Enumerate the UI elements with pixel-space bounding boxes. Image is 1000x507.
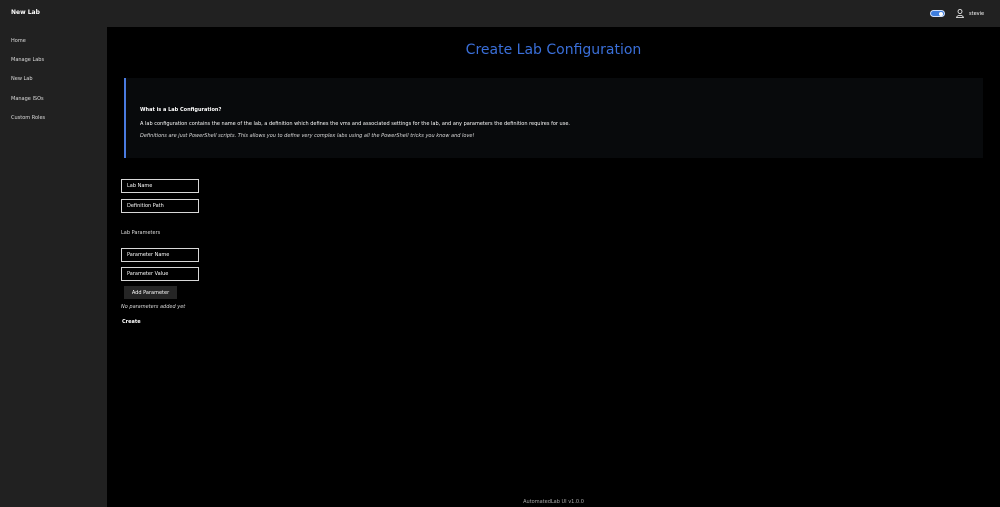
sidebar-item-new-lab[interactable]: New Lab bbox=[11, 76, 33, 82]
info-callout: What is a Lab Configuration? A lab confi… bbox=[124, 78, 983, 158]
sidebar-item-home[interactable]: Home bbox=[11, 38, 26, 44]
sidebar-item-manage-isos[interactable]: Manage ISOs bbox=[11, 96, 44, 102]
user-icon[interactable] bbox=[956, 9, 964, 18]
main-content: Create Lab Configuration What is a Lab C… bbox=[107, 27, 1000, 507]
username[interactable]: stevie bbox=[969, 11, 984, 17]
toggle-knob bbox=[939, 12, 943, 16]
create-button[interactable]: Create bbox=[122, 319, 141, 325]
info-text: A lab configuration contains the name of… bbox=[140, 121, 570, 127]
info-heading: What is a Lab Configuration? bbox=[140, 107, 222, 113]
footer-version: AutomatedLab UI v1.0.0 bbox=[523, 499, 584, 505]
parameter-value-input[interactable] bbox=[121, 267, 199, 281]
lab-parameters-label: Lab Parameters bbox=[121, 230, 161, 236]
page-title: Create Lab Configuration bbox=[465, 42, 642, 58]
sidebar: Home Manage Labs New Lab Manage ISOs Cus… bbox=[0, 27, 107, 507]
lab-name-input[interactable] bbox=[121, 179, 199, 193]
sidebar-item-custom-roles[interactable]: Custom Roles bbox=[11, 115, 45, 121]
parameter-name-input[interactable] bbox=[121, 248, 199, 262]
theme-toggle[interactable] bbox=[930, 10, 945, 17]
sidebar-item-manage-labs[interactable]: Manage Labs bbox=[11, 57, 44, 63]
no-parameters-message: No parameters added yet bbox=[121, 304, 186, 310]
add-parameter-button[interactable]: Add Parameter bbox=[124, 286, 177, 299]
info-note: Definitions are just PowerShell scripts.… bbox=[140, 133, 475, 139]
app-title: New Lab bbox=[11, 9, 40, 16]
definition-path-input[interactable] bbox=[121, 199, 199, 213]
top-bar: New Lab stevie bbox=[0, 0, 1000, 27]
